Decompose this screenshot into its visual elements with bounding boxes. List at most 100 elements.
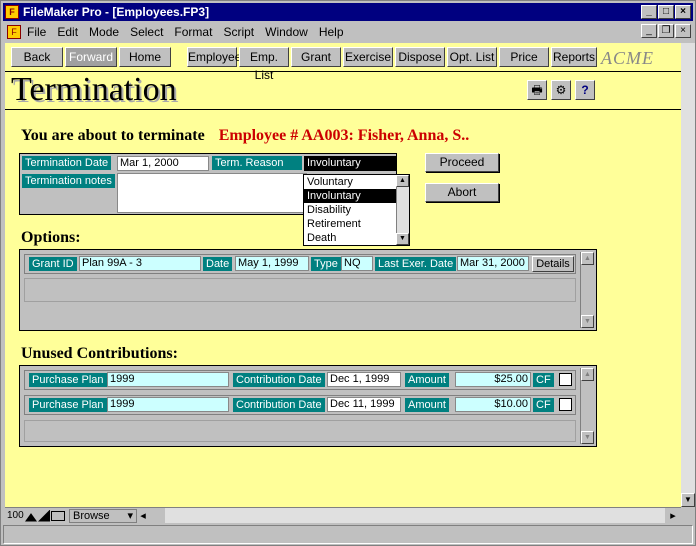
options-row-empty bbox=[24, 278, 576, 302]
menu-file[interactable]: File bbox=[27, 25, 46, 39]
zoom-in-icon[interactable] bbox=[38, 509, 50, 522]
termination-warning: You are about to terminate Employee # AA… bbox=[21, 127, 469, 145]
scroll-left-icon[interactable]: ◂ bbox=[137, 509, 149, 522]
opt-list-button[interactable]: Opt. List bbox=[447, 47, 497, 67]
date-label: Date bbox=[203, 257, 233, 271]
cf-checkbox[interactable] bbox=[559, 398, 572, 411]
options-heading: Options: bbox=[21, 229, 81, 246]
forward-button[interactable]: Forward bbox=[65, 47, 117, 67]
layout-content: Back Forward Home Employee Emp. List Gra… bbox=[5, 43, 681, 507]
scroll-down-icon[interactable]: ▼ bbox=[581, 315, 594, 328]
exercise-button[interactable]: Exercise bbox=[343, 47, 393, 67]
back-button[interactable]: Back bbox=[11, 47, 63, 67]
scroll-down-icon[interactable]: ▼ bbox=[581, 431, 594, 444]
options-row: Grant ID Plan 99A - 3 Date May 1, 1999 T… bbox=[24, 254, 576, 274]
termination-date-field[interactable]: Mar 1, 2000 bbox=[117, 156, 209, 171]
scroll-right-icon[interactable]: ▸ bbox=[667, 509, 679, 522]
amount-field[interactable]: $25.00 bbox=[455, 372, 531, 387]
document-icon[interactable]: F bbox=[7, 24, 21, 39]
dropdown-option[interactable]: Retirement bbox=[304, 217, 396, 231]
scroll-up-icon[interactable]: ▲ bbox=[581, 368, 594, 381]
help-icon[interactable]: ? bbox=[575, 80, 595, 100]
options-portal: Grant ID Plan 99A - 3 Date May 1, 1999 T… bbox=[19, 249, 597, 331]
scripts-icon[interactable]: ⚙ bbox=[551, 80, 571, 100]
term-reason-dropdown: Voluntary Involuntary Disability Retirem… bbox=[303, 174, 410, 246]
menu-script[interactable]: Script bbox=[223, 25, 254, 39]
last-exer-date-label: Last Exer. Date bbox=[375, 257, 457, 271]
reports-button[interactable]: Reports bbox=[551, 47, 597, 67]
menu-help[interactable]: Help bbox=[319, 25, 344, 39]
grant-button[interactable]: Grant bbox=[291, 47, 341, 67]
proceed-button[interactable]: Proceed bbox=[425, 153, 499, 172]
maximize-button[interactable]: □ bbox=[658, 5, 674, 19]
employee-button[interactable]: Employee bbox=[187, 47, 241, 67]
amount-field[interactable]: $10.00 bbox=[455, 397, 531, 412]
term-reason-field[interactable]: Involuntary bbox=[304, 156, 396, 171]
doc-restore-button[interactable]: ❐ bbox=[658, 24, 674, 38]
window-status-strip bbox=[3, 525, 693, 544]
dropdown-option-selected[interactable]: Involuntary bbox=[304, 189, 396, 203]
contribution-row: Purchase Plan 1999 Contribution Date Dec… bbox=[24, 370, 576, 390]
grant-id-label: Grant ID bbox=[29, 257, 77, 271]
contribution-date-label: Contribution Date bbox=[233, 373, 325, 387]
purchase-plan-label: Purchase Plan bbox=[29, 398, 107, 412]
purchase-plan-label: Purchase Plan bbox=[29, 373, 107, 387]
mode-selector[interactable]: Browse ▾ bbox=[69, 508, 137, 523]
dropdown-scrollbar[interactable]: ▲ ▼ bbox=[396, 175, 409, 245]
contribution-date-field[interactable]: Dec 1, 1999 bbox=[327, 372, 401, 387]
scroll-down-icon[interactable]: ▼ bbox=[396, 233, 409, 245]
application-window: F FileMaker Pro - [Employees.FP3] _ □ × … bbox=[0, 0, 696, 546]
cf-label: CF bbox=[533, 398, 554, 412]
amount-label: Amount bbox=[405, 398, 449, 412]
minimize-button[interactable]: _ bbox=[641, 5, 657, 19]
doc-close-button[interactable]: × bbox=[675, 24, 691, 38]
menu-edit[interactable]: Edit bbox=[57, 25, 78, 39]
type-field[interactable]: NQ bbox=[341, 256, 373, 271]
warning-prefix: You are about to terminate bbox=[21, 127, 205, 144]
acme-logo: ACME bbox=[601, 48, 654, 68]
scroll-down-icon[interactable]: ▼ bbox=[681, 493, 695, 507]
cf-label: CF bbox=[533, 373, 554, 387]
details-button[interactable]: Details bbox=[532, 256, 574, 272]
termination-date-label: Termination Date bbox=[22, 156, 112, 170]
menu-mode[interactable]: Mode bbox=[89, 25, 119, 39]
doc-minimize-button[interactable]: _ bbox=[641, 24, 657, 38]
menu-bar: F File Edit Mode Select Format Script Wi… bbox=[3, 22, 693, 41]
dropdown-option[interactable]: Death bbox=[304, 231, 396, 245]
status-bar: 100 Browse ▾ ◂ ▸ bbox=[5, 507, 681, 523]
purchase-plan-field[interactable]: 1999 bbox=[107, 397, 229, 412]
horizontal-scrollbar[interactable] bbox=[165, 508, 665, 523]
abort-button[interactable]: Abort bbox=[425, 183, 499, 202]
last-exer-date-field[interactable]: Mar 31, 2000 bbox=[457, 256, 529, 271]
chevron-down-icon: ▾ bbox=[127, 509, 133, 522]
home-button[interactable]: Home bbox=[119, 47, 171, 67]
dispose-button[interactable]: Dispose bbox=[395, 47, 445, 67]
contributions-scrollbar[interactable]: ▲ ▼ bbox=[580, 368, 594, 444]
nav-button-bar: Back Forward Home Employee Emp. List Gra… bbox=[11, 47, 599, 82]
termination-notes-field[interactable] bbox=[117, 173, 307, 213]
options-scrollbar[interactable]: ▲ ▼ bbox=[580, 252, 594, 328]
contributions-portal: Purchase Plan 1999 Contribution Date Dec… bbox=[19, 365, 597, 447]
grant-id-field[interactable]: Plan 99A - 3 bbox=[79, 256, 201, 271]
close-button[interactable]: × bbox=[675, 5, 691, 19]
zoom-out-icon[interactable] bbox=[25, 513, 37, 522]
contribution-date-field[interactable]: Dec 11, 1999 bbox=[327, 397, 401, 412]
menu-window[interactable]: Window bbox=[265, 25, 308, 39]
emp-list-button[interactable]: Emp. List bbox=[239, 47, 289, 82]
window-title: FileMaker Pro - [Employees.FP3] bbox=[23, 5, 210, 19]
option-date-field[interactable]: May 1, 1999 bbox=[235, 256, 309, 271]
status-area-toggle-icon[interactable] bbox=[51, 510, 65, 521]
scroll-up-icon[interactable]: ▲ bbox=[396, 175, 409, 187]
cf-checkbox[interactable] bbox=[559, 373, 572, 386]
scroll-up-icon[interactable]: ▲ bbox=[581, 252, 594, 265]
dropdown-option[interactable]: Voluntary bbox=[304, 175, 396, 189]
divider bbox=[5, 109, 681, 110]
vertical-scrollbar[interactable]: ▼ bbox=[681, 43, 695, 507]
print-icon[interactable]: 🖶 bbox=[527, 80, 547, 100]
dropdown-option[interactable]: Disability bbox=[304, 203, 396, 217]
termination-notes-label: Termination notes bbox=[22, 174, 115, 188]
price-button[interactable]: Price bbox=[499, 47, 549, 67]
menu-select[interactable]: Select bbox=[130, 25, 163, 39]
purchase-plan-field[interactable]: 1999 bbox=[107, 372, 229, 387]
menu-format[interactable]: Format bbox=[174, 25, 212, 39]
